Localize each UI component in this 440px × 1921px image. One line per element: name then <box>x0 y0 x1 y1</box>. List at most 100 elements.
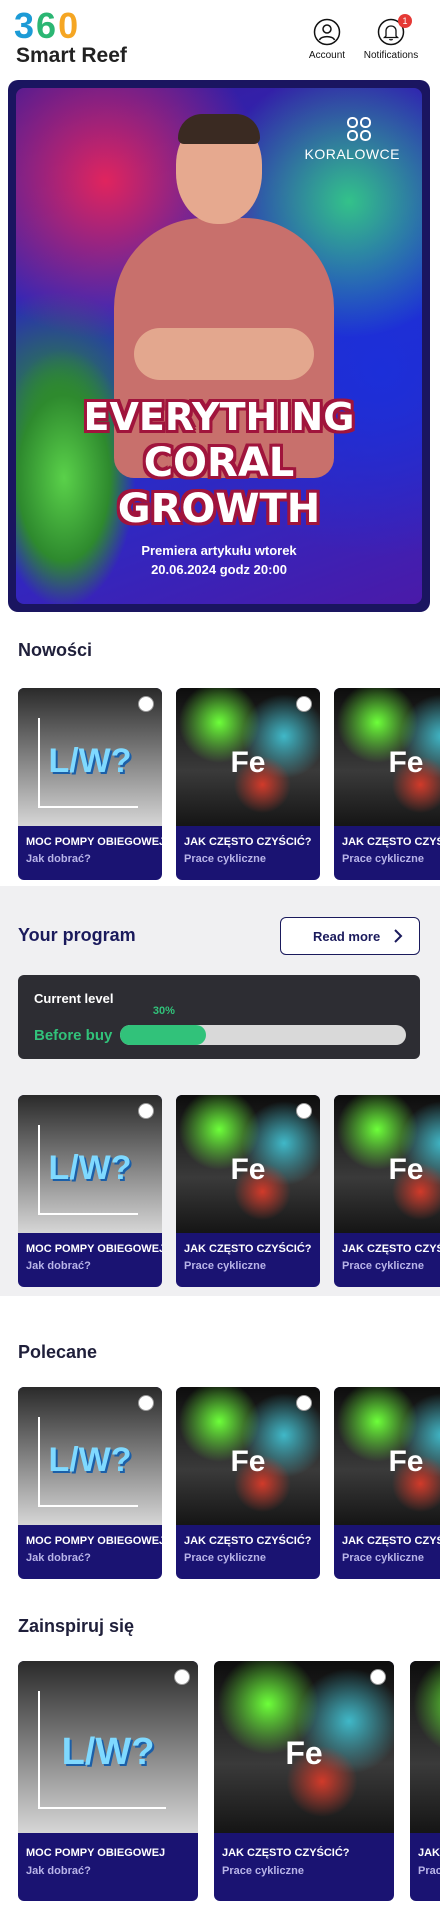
hero-title-line2: CORAL <box>143 440 295 486</box>
card-subtitle: Jak dobrać? <box>26 1260 91 1272</box>
card-image-text: Fe <box>410 1735 440 1772</box>
article-card[interactable]: Fe JAK CZĘSTO CZYŚCIĆ? Prace cykliczne <box>334 688 440 880</box>
section-title-polecane: Polecane <box>18 1342 98 1362</box>
person-hair <box>178 114 260 144</box>
hero-banner[interactable]: KORALOWCE EVERYTHING CORAL GROWTH Premie… <box>8 80 430 612</box>
card-subtitle: Prace cykliczne <box>222 1865 304 1877</box>
article-card[interactable]: Fe JAK CZĘSTO CZYŚCIĆ? Prace cykliczne <box>176 688 320 880</box>
read-more-button[interactable]: Read more <box>280 917 420 955</box>
hero-brand: KORALOWCE <box>304 146 400 162</box>
select-circle[interactable] <box>296 696 312 712</box>
notifications-label: Notifications <box>363 50 419 61</box>
card-title: MOC POMPY OBIEGOWEJ <box>26 1535 162 1547</box>
card-image: Fe <box>334 1387 440 1525</box>
select-circle[interactable] <box>296 1103 312 1119</box>
card-title: JAK CZĘSTO CZYŚCIĆ? <box>184 836 312 848</box>
card-title: JAK CZĘSTO CZYŚCIĆ? <box>342 836 440 848</box>
card-image-text: Fe <box>388 1445 424 1478</box>
card-title: JAK CZĘSTO CZYŚCIĆ? <box>222 1847 350 1859</box>
card-subtitle: Jak dobrać? <box>26 1865 91 1877</box>
card-image-text: Fe <box>388 746 424 779</box>
current-level-card: Current level Before buy 30% <box>18 975 420 1059</box>
progress-fill <box>120 1025 206 1045</box>
card-subtitle: Prace cykliczne <box>342 853 424 865</box>
current-level-label: Current level <box>34 991 114 1006</box>
app-header: 360 Smart Reef Account 1 Notifications <box>0 0 440 78</box>
article-card[interactable]: Fe JAK CZĘSTO CZYŚCIĆ? Prace cykliczne <box>410 1661 440 1901</box>
hero-title-line3: GROWTH <box>117 486 321 532</box>
card-title: JAK CZĘSTO CZYŚCIĆ? <box>342 1535 440 1547</box>
hero-title-line1: EVERYTHING <box>83 395 355 439</box>
article-card[interactable]: Fe JAK CZĘSTO CZYŚCIĆ? Prace cykliczne <box>334 1387 440 1579</box>
hero-subtitle-line2: 20.06.2024 godz 20:00 <box>151 562 287 577</box>
card-title: MOC POMPY OBIEGOWEJ <box>26 836 162 848</box>
card-image-text: Fe <box>230 1445 266 1478</box>
article-card[interactable]: L/W? MOC POMPY OBIEGOWEJ Jak dobrać? <box>18 1095 162 1287</box>
notification-badge: 1 <box>398 14 412 28</box>
card-subtitle: Prace cykliczne <box>184 1260 266 1272</box>
card-image-text: L/W? <box>48 1149 132 1187</box>
logo-number: 360 <box>14 5 81 46</box>
card-image-text: Fe <box>285 1735 323 1771</box>
card-image-text: L/W? <box>48 742 132 780</box>
card-title: JAK CZĘSTO CZYŚCIĆ? <box>342 1243 440 1255</box>
card-subtitle: Prace cykliczne <box>342 1260 424 1272</box>
card-image: Fe <box>410 1661 440 1833</box>
card-image: Fe <box>214 1661 394 1833</box>
article-card[interactable]: Fe JAK CZĘSTO CZYŚCIĆ? Prace cykliczne <box>176 1095 320 1287</box>
card-image-text: Fe <box>230 1153 266 1186</box>
level-stage: Before buy <box>34 1027 113 1044</box>
select-circle[interactable] <box>138 1395 154 1411</box>
select-circle[interactable] <box>174 1669 190 1685</box>
section-title-zainspiruj: Zainspiruj się <box>18 1616 135 1636</box>
card-subtitle: Prace cykliczne <box>342 1552 424 1564</box>
card-subtitle: Prace cykliczne <box>418 1865 440 1877</box>
card-subtitle: Jak dobrać? <box>26 1552 91 1564</box>
article-card[interactable]: Fe JAK CZĘSTO CZYŚCIĆ? Prace cykliczne <box>214 1661 394 1901</box>
carousel-program[interactable]: L/W? MOC POMPY OBIEGOWEJ Jak dobrać? Fe … <box>18 1095 440 1287</box>
card-subtitle: Prace cykliczne <box>184 1552 266 1564</box>
article-card[interactable]: L/W? MOC POMPY OBIEGOWEJ Jak dobrać? <box>18 1387 162 1579</box>
section-title-nowosci: Nowości <box>18 640 93 660</box>
progress-percent: 30% <box>152 1005 175 1017</box>
card-image: L/W? <box>18 1661 198 1833</box>
card-title: MOC POMPY OBIEGOWEJ <box>26 1243 162 1255</box>
card-image-text: L/W? <box>48 1441 132 1479</box>
carousel-nowosci[interactable]: L/W? MOC POMPY OBIEGOWEJ Jak dobrać? Fe … <box>18 688 440 880</box>
account-button[interactable]: Account <box>292 18 362 68</box>
card-title: JAK CZĘSTO CZYŚCIĆ? <box>418 1847 440 1859</box>
logo-text: Smart Reef <box>16 44 127 67</box>
logo[interactable]: 360 Smart Reef <box>14 8 154 68</box>
card-subtitle: Prace cykliczne <box>184 853 266 865</box>
article-card[interactable]: Fe JAK CZĘSTO CZYŚCIĆ? Prace cykliczne <box>176 1387 320 1579</box>
select-circle[interactable] <box>138 1103 154 1119</box>
card-title: JAK CZĘSTO CZYŚCIĆ? <box>184 1535 312 1547</box>
card-image-text: Fe <box>230 746 266 779</box>
chevron-right-icon <box>394 929 403 943</box>
card-image-text: L/W? <box>61 1731 155 1773</box>
card-image: Fe <box>334 688 440 826</box>
section-title-program: Your program <box>18 925 136 945</box>
article-card[interactable]: L/W? MOC POMPY OBIEGOWEJ Jak dobrać? <box>18 1661 198 1901</box>
account-icon <box>313 18 341 46</box>
select-circle[interactable] <box>138 696 154 712</box>
progress-bar <box>120 1025 406 1045</box>
select-circle[interactable] <box>370 1669 386 1685</box>
card-title: JAK CZĘSTO CZYŚCIĆ? <box>184 1243 312 1255</box>
notifications-button[interactable]: 1 Notifications <box>356 14 426 68</box>
hero-image: KORALOWCE EVERYTHING CORAL GROWTH Premie… <box>16 88 422 604</box>
hero-subtitle-line1: Premiera artykułu wtorek <box>141 543 297 558</box>
article-card[interactable]: Fe JAK CZĘSTO CZYŚCIĆ? Prace cykliczne <box>334 1095 440 1287</box>
carousel-zainspiruj[interactable]: L/W? MOC POMPY OBIEGOWEJ Jak dobrać? Fe … <box>18 1661 440 1901</box>
article-card[interactable]: L/W? MOC POMPY OBIEGOWEJ Jak dobrać? <box>18 688 162 880</box>
carousel-polecane[interactable]: L/W? MOC POMPY OBIEGOWEJ Jak dobrać? Fe … <box>18 1387 440 1579</box>
read-more-label: Read more <box>313 929 381 944</box>
select-circle[interactable] <box>296 1395 312 1411</box>
card-image-text: Fe <box>388 1153 424 1186</box>
koralowce-logo-icon <box>347 117 371 141</box>
person-arm <box>134 328 314 380</box>
account-label: Account <box>308 50 346 61</box>
card-subtitle: Jak dobrać? <box>26 853 91 865</box>
card-title: MOC POMPY OBIEGOWEJ <box>26 1847 166 1859</box>
card-image: Fe <box>334 1095 440 1233</box>
